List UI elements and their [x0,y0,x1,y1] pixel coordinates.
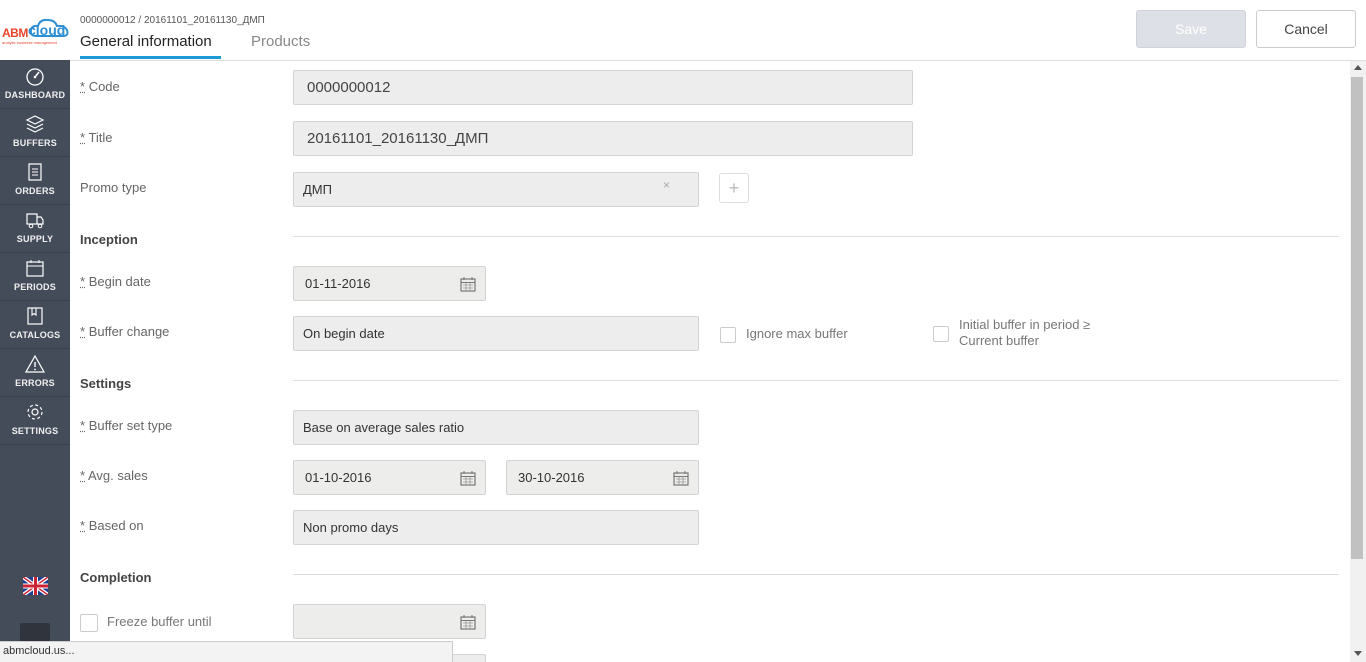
avg-sales-to-field[interactable]: 30-10-2016 [506,460,699,495]
sidebar-item-errors[interactable]: ERRORS [0,348,70,397]
code-label: * Code [80,79,120,94]
truck-icon [26,213,44,229]
promo-type-label: Promo type [80,180,147,195]
sidebar-item-label: ORDERS [15,186,55,196]
buffer-set-type-select[interactable]: Base on average sales ratio [293,410,699,445]
sidebar-item-supply[interactable]: SUPPLY [0,204,70,253]
avg-sales-from-value: 01-10-2016 [305,470,372,485]
required-marker: * [80,468,86,483]
avg-sales-label: * Avg. sales [80,468,148,483]
logo-cloud-text: cloud [28,22,66,38]
top-header: ABM cloud analytic business management 0… [0,0,1366,61]
calendar-icon[interactable] [460,276,476,292]
sidebar-item-label: PERIODS [14,282,56,292]
calendar-icon [26,260,44,277]
based-on-label-text: Based on [88,518,144,533]
based-on-label: * Based on [80,518,144,533]
freeze-buffer-checkbox[interactable] [80,614,98,632]
sidebar-item-label: DASHBOARD [4,90,66,100]
sidebar: DASHBOARD BUFFERS ORDERS SUPPLY PERIODS … [0,60,70,662]
sidebar-item-label: SETTINGS [11,426,59,436]
title-field[interactable]: 20161101_20161130_ДМП [293,121,913,156]
cancel-button[interactable]: Cancel [1256,10,1356,48]
active-tab-indicator [80,56,221,59]
required-marker: * [80,130,86,145]
based-on-select[interactable]: Non promo days [293,510,699,545]
dashboard-icon [26,68,44,86]
logo-tagline: analytic business management [2,40,57,45]
required-marker: * [80,418,86,433]
calendar-icon[interactable] [673,470,689,486]
avg-sales-to-value: 30-10-2016 [518,470,585,485]
promo-type-value: ДМП [303,182,332,197]
code-label-text: Code [88,79,120,94]
initial-buffer-checkbox[interactable] [933,326,949,342]
tab-products[interactable]: Products [251,33,310,50]
begin-date-label-text: Begin date [88,274,151,289]
tab-general-information[interactable]: General information [80,33,212,50]
required-marker: * [80,274,86,289]
logo-abm-text: ABM [2,26,28,40]
ignore-max-buffer-checkbox[interactable] [720,327,736,343]
scroll-thumb[interactable] [1351,77,1363,559]
calendar-icon[interactable] [460,470,476,486]
breadcrumb: 0000000012 / 20161101_20161130_ДМП [80,15,265,26]
sidebar-item-label: ERRORS [15,378,55,388]
main-form: * Code 0000000012 * Title 20161101_20161… [70,61,1350,662]
settings-heading: Settings [80,376,132,391]
freeze-buffer-date-field[interactable] [293,604,486,639]
title-label-text: Title [88,130,113,145]
document-icon [28,163,42,181]
sidebar-item-periods[interactable]: PERIODS [0,252,70,301]
ignore-max-buffer-label: Ignore max buffer [746,326,848,341]
sidebar-item-orders[interactable]: ORDERS [0,156,70,205]
browser-status-bar: abmcloud.us... [0,641,453,662]
section-divider [293,574,1339,575]
promo-type-select[interactable]: ДМП × [293,172,699,207]
buffer-change-label-text: Buffer change [88,324,170,339]
completion-heading: Completion [80,570,152,585]
initial-buffer-label-line2: Current buffer [959,333,1039,348]
clear-icon[interactable]: × [663,178,670,192]
avg-sales-label-text: Avg. sales [87,468,148,483]
gear-icon [27,404,43,420]
sidebar-item-dashboard[interactable]: DASHBOARD [0,60,70,109]
abmcloud-logo[interactable]: ABM cloud analytic business management [2,18,70,48]
scroll-up-arrow-icon[interactable] [1354,65,1362,70]
required-marker: * [80,518,86,533]
sidebar-item-buffers[interactable]: BUFFERS [0,108,70,157]
code-field[interactable]: 0000000012 [293,70,913,105]
required-marker: * [80,79,86,94]
sidebar-item-label: CATALOGS [9,330,61,340]
save-button[interactable]: Save [1136,10,1246,48]
calendar-icon[interactable] [460,614,476,630]
sidebar-item-settings[interactable]: SETTINGS [0,396,70,445]
warning-icon [25,354,45,373]
layers-icon [25,115,45,133]
sidebar-item-catalogs[interactable]: CATALOGS [0,300,70,349]
inception-heading: Inception [80,232,138,247]
title-label: * Title [80,130,113,145]
buffer-set-type-label: * Buffer set type [80,418,172,433]
section-divider [293,236,1339,237]
initial-buffer-label-line1: Initial buffer in period ≥ [959,317,1091,332]
begin-date-value: 01-11-2016 [305,276,371,291]
avg-sales-from-field[interactable]: 01-10-2016 [293,460,486,495]
buffer-set-type-label-text: Buffer set type [88,418,173,433]
begin-date-label: * Begin date [80,274,151,289]
freeze-buffer-label: Freeze buffer until [107,614,212,629]
begin-date-field[interactable]: 01-11-2016 [293,266,486,301]
initial-buffer-label: Initial buffer in period ≥ Current buffe… [959,317,1090,349]
section-divider [293,380,1339,381]
sidebar-item-label: SUPPLY [16,234,54,244]
required-marker: * [80,324,86,339]
uk-flag-icon[interactable] [23,577,48,595]
scroll-down-arrow-icon[interactable] [1354,651,1362,656]
vertical-scrollbar[interactable] [1350,61,1366,662]
buffer-change-label: * Buffer change [80,324,169,339]
add-promo-type-button[interactable]: + [719,173,749,203]
sidebar-item-label: BUFFERS [13,138,57,148]
buffer-change-select[interactable]: On begin date [293,316,699,351]
catalog-icon [27,307,43,325]
